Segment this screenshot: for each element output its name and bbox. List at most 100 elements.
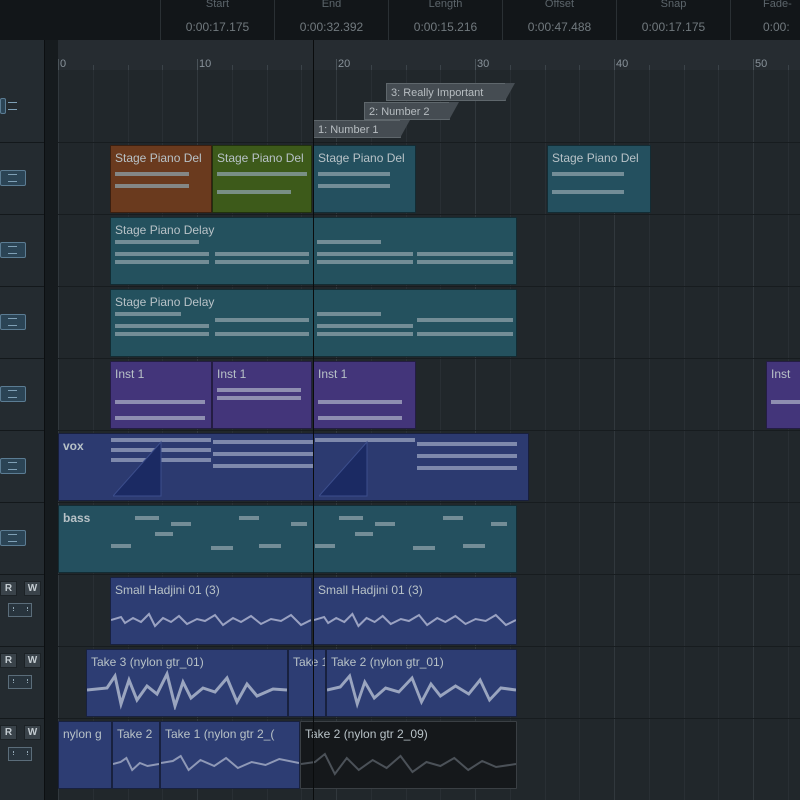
info-offset[interactable]: Offset 0:00:47.488 — [502, 0, 616, 40]
info-start[interactable]: Start 0:00:17.175 — [160, 0, 274, 40]
read-automation-button[interactable]: R — [0, 725, 17, 740]
audio-event[interactable]: Take 1 (nylon gtr 2_( — [160, 721, 300, 789]
midi-note — [318, 416, 402, 420]
audio-event[interactable]: Take 2 (nylon gtr_01) — [326, 649, 517, 717]
clip-title: Inst — [771, 367, 791, 381]
midi-part[interactable]: Stage Piano Del — [110, 145, 212, 213]
midi-note — [552, 190, 624, 194]
midi-part[interactable]: Inst — [766, 361, 800, 429]
info-offset-value[interactable]: 0:00:47.488 — [503, 20, 616, 34]
audio-event[interactable]: Take 1 — [288, 649, 326, 717]
instrument-edit-button[interactable] — [0, 242, 26, 258]
waveform — [113, 756, 159, 772]
ruler-label: 40 — [616, 58, 629, 70]
info-end-value[interactable]: 0:00:32.392 — [275, 20, 388, 34]
marker-track-button[interactable] — [0, 98, 17, 114]
track-separator — [0, 214, 44, 215]
instrument-edit-button[interactable] — [0, 386, 26, 402]
clip-title: Inst 1 — [318, 367, 348, 381]
grid-line — [718, 70, 719, 800]
midi-note — [317, 260, 413, 264]
midi-note — [213, 452, 313, 456]
midi-part[interactable]: Inst 1 — [313, 361, 416, 429]
info-length-value[interactable]: 0:00:15.216 — [389, 20, 502, 34]
info-fade[interactable]: Fade- 0:00: — [730, 0, 800, 40]
audio-event[interactable]: nylon g — [58, 721, 112, 789]
midi-part[interactable]: bass — [58, 505, 517, 573]
arrange-area[interactable]: 3: Really Important 2: Number 2 1: Numbe… — [58, 70, 800, 800]
clip-title: Small Hadjini 01 (3) — [318, 583, 423, 597]
write-automation-button[interactable]: W — [24, 653, 41, 668]
midi-note — [317, 252, 413, 256]
midi-part[interactable]: Inst 1 — [110, 361, 212, 429]
clip-title: Take 3 (nylon gtr_01) — [91, 655, 204, 669]
midi-note — [115, 332, 209, 336]
midi-note — [239, 516, 259, 520]
audio-event[interactable]: Take 2 — [112, 721, 160, 789]
info-snap[interactable]: Snap 0:00:17.175 — [616, 0, 730, 40]
midi-note — [318, 400, 402, 404]
monitor-button[interactable] — [8, 603, 32, 617]
midi-note — [463, 544, 485, 548]
info-start-value[interactable]: 0:00:17.175 — [161, 20, 274, 34]
midi-note — [375, 522, 395, 526]
midi-part[interactable]: Stage Piano Del — [547, 145, 651, 213]
grid-line — [684, 70, 685, 800]
midi-part[interactable]: vox — [58, 433, 529, 501]
lane-separator — [58, 718, 800, 719]
write-automation-button[interactable]: W — [24, 725, 41, 740]
track-list: R W R W R W — [0, 40, 44, 800]
time-ruler[interactable]: 0 10 20 30 40 50 — [58, 40, 800, 71]
midi-note — [417, 454, 517, 458]
marker-2[interactable]: 2: Number 2 — [364, 102, 459, 120]
midi-note — [417, 260, 513, 264]
waveform — [161, 754, 299, 772]
midi-part[interactable]: Stage Piano Del — [212, 145, 312, 213]
midi-note — [443, 516, 463, 520]
midi-part[interactable]: Inst 1 — [212, 361, 312, 429]
marker-1[interactable]: 1: Number 1 — [313, 120, 410, 138]
waveform — [314, 612, 516, 628]
project-cursor[interactable] — [313, 40, 314, 800]
write-automation-button[interactable]: W — [24, 581, 41, 596]
lane-separator — [58, 646, 800, 647]
info-end[interactable]: End 0:00:32.392 — [274, 0, 388, 40]
monitor-button[interactable] — [8, 747, 32, 761]
track-separator — [0, 358, 44, 359]
midi-part[interactable]: Stage Piano Del — [313, 145, 416, 213]
midi-note — [213, 440, 313, 444]
read-automation-button[interactable]: R — [0, 581, 17, 596]
midi-note — [417, 332, 513, 336]
instrument-edit-button[interactable] — [0, 314, 26, 330]
daw-window: Start 0:00:17.175 End 0:00:32.392 Length… — [0, 0, 800, 800]
audio-event[interactable]: Small Hadjini 01 (3) — [110, 577, 312, 645]
instrument-edit-button[interactable] — [0, 530, 26, 546]
info-snap-value[interactable]: 0:00:17.175 — [617, 20, 730, 34]
midi-note — [318, 172, 390, 176]
audio-event-selected[interactable]: Take 2 (nylon gtr 2_09) — [300, 721, 517, 789]
clip-title: Stage Piano Delay — [115, 295, 215, 309]
instrument-edit-button[interactable] — [0, 458, 26, 474]
marker-3[interactable]: 3: Really Important — [386, 83, 515, 101]
waveform — [111, 612, 311, 628]
midi-note — [771, 400, 800, 404]
midi-note — [317, 324, 413, 328]
audio-event[interactable]: Small Hadjini 01 (3) — [313, 577, 517, 645]
audio-event[interactable]: Take 3 (nylon gtr_01) — [86, 649, 288, 717]
instrument-edit-button[interactable] — [0, 170, 26, 186]
info-length-label: Length — [428, 0, 463, 10]
clip-title: nylon g — [63, 727, 102, 741]
midi-note — [155, 532, 173, 536]
midi-note — [413, 546, 435, 550]
info-fade-value[interactable]: 0:00: — [731, 20, 800, 34]
lane-separator — [58, 430, 800, 431]
info-fade-label: Fade- — [763, 0, 792, 10]
track-list-divider[interactable] — [44, 40, 59, 800]
midi-note — [318, 184, 390, 188]
read-automation-button[interactable]: R — [0, 653, 17, 668]
monitor-button[interactable] — [8, 675, 32, 689]
waveform — [301, 752, 516, 776]
midi-note — [552, 172, 624, 176]
clip-title: Stage Piano Del — [552, 151, 639, 165]
info-length[interactable]: Length 0:00:15.216 — [388, 0, 502, 40]
